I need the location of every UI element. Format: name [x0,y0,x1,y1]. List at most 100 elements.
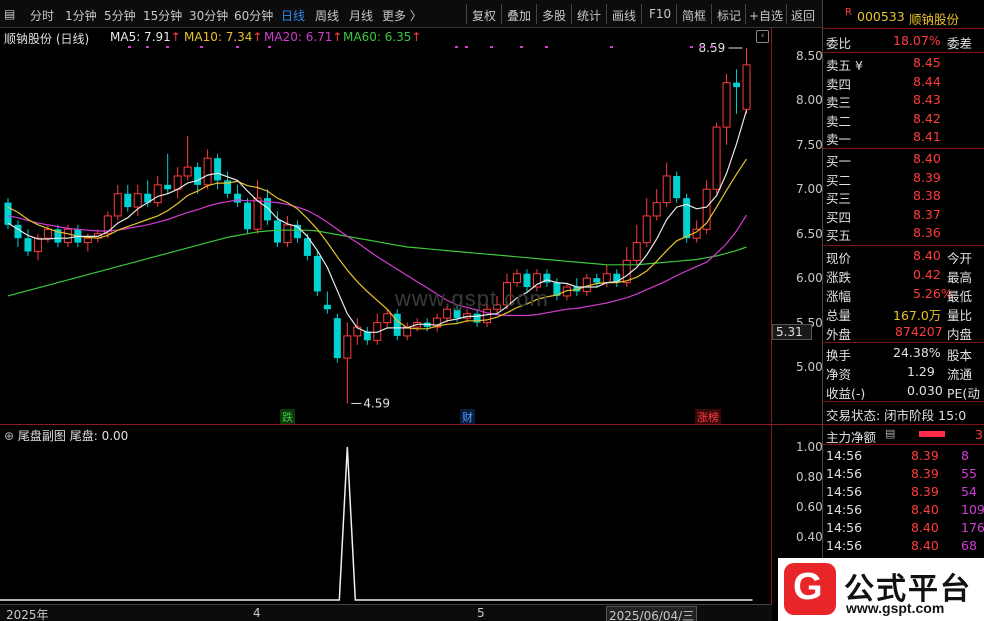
stat-row: 现价 8.40 今开 [826,248,973,266]
y-tick: 8.00 [796,93,823,107]
kline-chart[interactable]: 顺钠股份 (日线) MA5: 7.91↑ MA10: 7.34↑ MA20: 6… [0,28,772,425]
event-tag-down[interactable]: 跌 [280,409,295,425]
tab-1min[interactable]: 1分钟 [65,7,97,24]
candle-body [313,255,321,292]
y-tick: 6.50 [796,227,823,241]
event-tag-finance[interactable]: 财 [460,409,475,425]
menu-icon[interactable]: ▤ [4,7,15,21]
capital-bar [919,431,945,437]
list-icon[interactable]: ▤ [885,427,895,440]
stat-row: 涨跌 0.42 最高 [826,267,973,285]
cursor-date: 2025/06/04/三 [606,606,698,621]
current-price-tag: 5.31 [772,324,812,340]
mark-button[interactable]: 标记 [717,7,741,24]
capital-row: 主力净额 ▤ 3 [826,427,983,445]
add-watchlist-button[interactable]: +自选 [749,7,783,24]
tab-more[interactable]: 更多 〉 [382,7,422,24]
date-tick: 2025年 [6,608,49,621]
simple-frame-button[interactable]: 简框 [682,7,706,24]
y-tick: 7.50 [796,138,823,152]
tick-row: 14:56 8.39 8 [826,448,969,463]
candle-body [203,157,212,186]
stat-row: 涨幅 5.26% 最低 [826,286,973,304]
brand-logo-icon: G [784,563,836,615]
back-button[interactable]: 返回 [791,7,815,24]
sub-indicator-chart[interactable]: ⊕ 尾盘副图 尾盘: 0.00 [0,424,772,604]
signal-mark [710,46,713,48]
signal-mark [200,46,203,48]
candle-body [343,335,352,359]
signal-mark [268,46,271,48]
date-tick: 5 [477,606,485,620]
bid-row: 买一 8.40 [826,151,941,169]
event-tag-top[interactable]: 涨榜 [695,409,721,425]
sub-y-tick: 0.40 [796,530,823,544]
signal-mark [146,46,149,48]
candle-body [33,237,42,252]
low-label: 4.59 [363,396,390,410]
tail-indicator-line [0,446,753,601]
signal-mark [700,46,703,48]
draw-line-button[interactable]: 画线 [612,7,636,24]
candle-body [4,202,12,225]
candle-body [153,184,162,204]
candle-body [742,64,751,110]
y-tick: 8.50 [796,49,823,63]
statistics-button[interactable]: 统计 [577,7,601,24]
candle-body [164,184,172,190]
tick-row: 14:56 8.40 68 [826,538,977,553]
candle-body [593,278,601,283]
tab-monthly[interactable]: 月线 [349,7,373,24]
candle-body [582,277,591,292]
signal-mark [545,46,548,48]
fin-row: 净资 1.29 流通 [826,364,973,382]
tab-5min[interactable]: 5分钟 [104,7,136,24]
stock-name: 顺钠股份 [909,12,960,27]
bid-row: 买五 8.36 [826,225,941,243]
ask-row: 卖三 8.43 [826,92,941,110]
candle-body [673,175,681,199]
candle-body [512,273,521,284]
price-axis: 8.50 8.00 7.50 7.00 6.50 6.00 5.50 5.00 … [772,28,823,423]
tab-60min[interactable]: 60分钟 [234,7,273,24]
watermark-text: www.gspt.com [395,286,549,311]
candle-body [63,228,72,244]
overlay-button[interactable]: 叠加 [507,7,531,24]
signal-mark [610,46,613,48]
tab-weekly[interactable]: 周线 [315,7,339,24]
candle-body [733,82,741,88]
trade-state: 交易状态: 闭市阶段 15:0 [826,408,967,423]
tab-15min[interactable]: 15分钟 [143,7,182,24]
signal-mark [128,46,131,48]
tab-daily[interactable]: 日线 [281,7,305,24]
adjust-button[interactable]: 复权 [472,7,496,24]
sub-y-tick: 0.80 [796,470,823,484]
candle-body [24,238,32,252]
candle-body [323,304,331,310]
quote-panel: R 000533 顺钠股份 委比 18.07% 委差 卖五 ¥8.45 卖四 8.4… [822,0,984,621]
signal-mark [490,46,493,48]
date-axis: 2025年 4 5 2025/06/04/三 [0,604,772,621]
y-tick: 7.00 [796,182,823,196]
brand-url: www.gspt.com [846,600,945,616]
candle-body [183,166,192,177]
candle-body [642,215,651,244]
candle-body [133,193,142,208]
f10-button[interactable]: F10 [649,7,671,21]
tick-row: 14:56 8.39 54 [826,484,977,499]
signal-mark [236,46,239,48]
y-tick: 6.00 [796,271,823,285]
tab-fenshi[interactable]: 分时 [30,7,54,24]
tab-30min[interactable]: 30分钟 [189,7,228,24]
candle-body [333,318,341,359]
brand-watermark: G 公式平台 www.gspt.com [778,558,984,621]
signal-mark [455,46,458,48]
kline-plot: 8.59 4.59 [4,41,751,410]
tick-row: 14:56 8.39 55 [826,466,977,481]
signal-mark [166,46,169,48]
signal-mark [520,46,523,48]
candle-body [214,158,222,181]
multi-stock-button[interactable]: 多股 [542,7,566,24]
sub-y-tick: 1.00 [796,440,823,454]
sub-y-tick: 0.60 [796,500,823,514]
